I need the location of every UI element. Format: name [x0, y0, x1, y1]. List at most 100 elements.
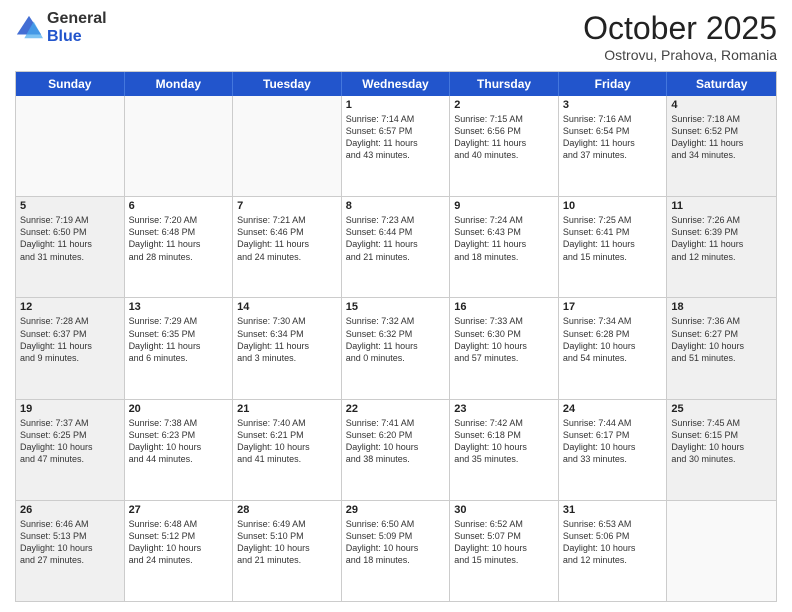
cell-info: Sunrise: 7:26 AM Sunset: 6:39 PM Dayligh…	[671, 214, 772, 263]
cell-info: Sunrise: 7:37 AM Sunset: 6:25 PM Dayligh…	[20, 417, 120, 466]
calendar-cell: 15 Sunrise: 7:32 AM Sunset: 6:32 PM Dayli…	[342, 298, 451, 398]
cell-info: Sunrise: 7:23 AM Sunset: 6:44 PM Dayligh…	[346, 214, 446, 263]
weekday-header: Saturday	[667, 72, 776, 96]
day-number: 28	[237, 504, 337, 516]
calendar-row: 19 Sunrise: 7:37 AM Sunset: 6:25 PM Dayli…	[16, 400, 776, 501]
calendar-cell: 9 Sunrise: 7:24 AM Sunset: 6:43 PM Daylig…	[450, 197, 559, 297]
calendar-cell: 11 Sunrise: 7:26 AM Sunset: 6:39 PM Dayli…	[667, 197, 776, 297]
day-number: 5	[20, 200, 120, 212]
day-number: 25	[671, 403, 772, 415]
day-number: 19	[20, 403, 120, 415]
day-number: 31	[563, 504, 663, 516]
weekday-header: Sunday	[16, 72, 125, 96]
title-block: October 2025 Ostrovu, Prahova, Romania	[583, 10, 777, 63]
day-number: 24	[563, 403, 663, 415]
location: Ostrovu, Prahova, Romania	[583, 47, 777, 63]
calendar-row: 1Sunrise: 7:14 AM Sunset: 6:57 PM Daylig…	[16, 96, 776, 197]
day-number: 4	[671, 99, 772, 111]
day-number: 30	[454, 504, 554, 516]
calendar-cell: 8 Sunrise: 7:23 AM Sunset: 6:44 PM Daylig…	[342, 197, 451, 297]
cell-info: Sunrise: 7:34 AM Sunset: 6:28 PM Dayligh…	[563, 315, 663, 364]
calendar-cell: 14Sunrise: 7:30 AM Sunset: 6:34 PM Dayli…	[233, 298, 342, 398]
calendar-cell: 17 Sunrise: 7:34 AM Sunset: 6:28 PM Dayli…	[559, 298, 668, 398]
cell-info: Sunrise: 7:36 AM Sunset: 6:27 PM Dayligh…	[671, 315, 772, 364]
day-number: 8	[346, 200, 446, 212]
cell-info: Sunrise: 7:28 AM Sunset: 6:37 PM Dayligh…	[20, 315, 120, 364]
cell-info: Sunrise: 7:14 AM Sunset: 6:57 PM Dayligh…	[346, 113, 446, 162]
calendar-cell: 13 Sunrise: 7:29 AM Sunset: 6:35 PM Dayli…	[125, 298, 234, 398]
calendar-cell: 16 Sunrise: 7:33 AM Sunset: 6:30 PM Dayli…	[450, 298, 559, 398]
cell-info: Sunrise: 7:30 AM Sunset: 6:34 PM Dayligh…	[237, 315, 337, 364]
logo-blue: Blue	[47, 28, 107, 46]
calendar-cell	[16, 96, 125, 196]
cell-info: Sunrise: 7:21 AM Sunset: 6:46 PM Dayligh…	[237, 214, 337, 263]
calendar-cell: 12 Sunrise: 7:28 AM Sunset: 6:37 PM Dayli…	[16, 298, 125, 398]
logo-text: General Blue	[47, 10, 107, 45]
calendar-cell: 21 Sunrise: 7:40 AM Sunset: 6:21 PM Dayli…	[233, 400, 342, 500]
cell-info: Sunrise: 7:24 AM Sunset: 6:43 PM Dayligh…	[454, 214, 554, 263]
day-number: 11	[671, 200, 772, 212]
day-number: 10	[563, 200, 663, 212]
calendar-cell: 23 Sunrise: 7:42 AM Sunset: 6:18 PM Dayli…	[450, 400, 559, 500]
cell-info: Sunrise: 6:49 AM Sunset: 5:10 PM Dayligh…	[237, 518, 337, 567]
cell-info: Sunrise: 7:15 AM Sunset: 6:56 PM Dayligh…	[454, 113, 554, 162]
weekday-header: Tuesday	[233, 72, 342, 96]
day-number: 9	[454, 200, 554, 212]
calendar-cell: 27Sunrise: 6:48 AM Sunset: 5:12 PM Dayli…	[125, 501, 234, 601]
calendar-cell: 2Sunrise: 7:15 AM Sunset: 6:56 PM Daylig…	[450, 96, 559, 196]
cell-info: Sunrise: 6:50 AM Sunset: 5:09 PM Dayligh…	[346, 518, 446, 567]
day-number: 21	[237, 403, 337, 415]
cell-info: Sunrise: 7:32 AM Sunset: 6:32 PM Dayligh…	[346, 315, 446, 364]
calendar-cell: 24 Sunrise: 7:44 AM Sunset: 6:17 PM Dayli…	[559, 400, 668, 500]
calendar: SundayMondayTuesdayWednesdayThursdayFrid…	[15, 71, 777, 602]
calendar-cell: 26 Sunrise: 6:46 AM Sunset: 5:13 PM Dayli…	[16, 501, 125, 601]
calendar-cell: 18 Sunrise: 7:36 AM Sunset: 6:27 PM Dayli…	[667, 298, 776, 398]
calendar-row: 12 Sunrise: 7:28 AM Sunset: 6:37 PM Dayli…	[16, 298, 776, 399]
cell-info: Sunrise: 7:29 AM Sunset: 6:35 PM Dayligh…	[129, 315, 229, 364]
calendar-cell: 29Sunrise: 6:50 AM Sunset: 5:09 PM Dayli…	[342, 501, 451, 601]
calendar-body: 1Sunrise: 7:14 AM Sunset: 6:57 PM Daylig…	[16, 96, 776, 601]
calendar-cell: 1Sunrise: 7:14 AM Sunset: 6:57 PM Daylig…	[342, 96, 451, 196]
logo-icon	[15, 14, 43, 42]
day-number: 16	[454, 301, 554, 313]
header: General Blue October 2025 Ostrovu, Praho…	[15, 10, 777, 63]
day-number: 23	[454, 403, 554, 415]
cell-info: Sunrise: 7:25 AM Sunset: 6:41 PM Dayligh…	[563, 214, 663, 263]
day-number: 15	[346, 301, 446, 313]
calendar-cell: 7 Sunrise: 7:21 AM Sunset: 6:46 PM Daylig…	[233, 197, 342, 297]
calendar-row: 26 Sunrise: 6:46 AM Sunset: 5:13 PM Dayli…	[16, 501, 776, 601]
cell-info: Sunrise: 7:41 AM Sunset: 6:20 PM Dayligh…	[346, 417, 446, 466]
weekday-header: Wednesday	[342, 72, 451, 96]
cell-info: Sunrise: 7:44 AM Sunset: 6:17 PM Dayligh…	[563, 417, 663, 466]
calendar-cell	[125, 96, 234, 196]
calendar-cell: 4 Sunrise: 7:18 AM Sunset: 6:52 PM Daylig…	[667, 96, 776, 196]
day-number: 12	[20, 301, 120, 313]
day-number: 7	[237, 200, 337, 212]
calendar-cell: 10 Sunrise: 7:25 AM Sunset: 6:41 PM Dayli…	[559, 197, 668, 297]
cell-info: Sunrise: 7:42 AM Sunset: 6:18 PM Dayligh…	[454, 417, 554, 466]
cell-info: Sunrise: 7:40 AM Sunset: 6:21 PM Dayligh…	[237, 417, 337, 466]
cell-info: Sunrise: 7:33 AM Sunset: 6:30 PM Dayligh…	[454, 315, 554, 364]
calendar-cell: 25Sunrise: 7:45 AM Sunset: 6:15 PM Dayli…	[667, 400, 776, 500]
day-number: 6	[129, 200, 229, 212]
weekday-header: Thursday	[450, 72, 559, 96]
page: General Blue October 2025 Ostrovu, Praho…	[0, 0, 792, 612]
cell-info: Sunrise: 7:19 AM Sunset: 6:50 PM Dayligh…	[20, 214, 120, 263]
day-number: 26	[20, 504, 120, 516]
cell-info: Sunrise: 7:18 AM Sunset: 6:52 PM Dayligh…	[671, 113, 772, 162]
day-number: 18	[671, 301, 772, 313]
calendar-header: SundayMondayTuesdayWednesdayThursdayFrid…	[16, 72, 776, 96]
cell-info: Sunrise: 6:48 AM Sunset: 5:12 PM Dayligh…	[129, 518, 229, 567]
cell-info: Sunrise: 6:46 AM Sunset: 5:13 PM Dayligh…	[20, 518, 120, 567]
calendar-cell: 31Sunrise: 6:53 AM Sunset: 5:06 PM Dayli…	[559, 501, 668, 601]
calendar-cell: 19 Sunrise: 7:37 AM Sunset: 6:25 PM Dayli…	[16, 400, 125, 500]
weekday-header: Monday	[125, 72, 234, 96]
cell-info: Sunrise: 7:16 AM Sunset: 6:54 PM Dayligh…	[563, 113, 663, 162]
day-number: 13	[129, 301, 229, 313]
logo-general: General	[47, 10, 107, 28]
cell-info: Sunrise: 7:20 AM Sunset: 6:48 PM Dayligh…	[129, 214, 229, 263]
cell-info: Sunrise: 7:38 AM Sunset: 6:23 PM Dayligh…	[129, 417, 229, 466]
day-number: 17	[563, 301, 663, 313]
logo: General Blue	[15, 10, 107, 45]
calendar-cell	[233, 96, 342, 196]
